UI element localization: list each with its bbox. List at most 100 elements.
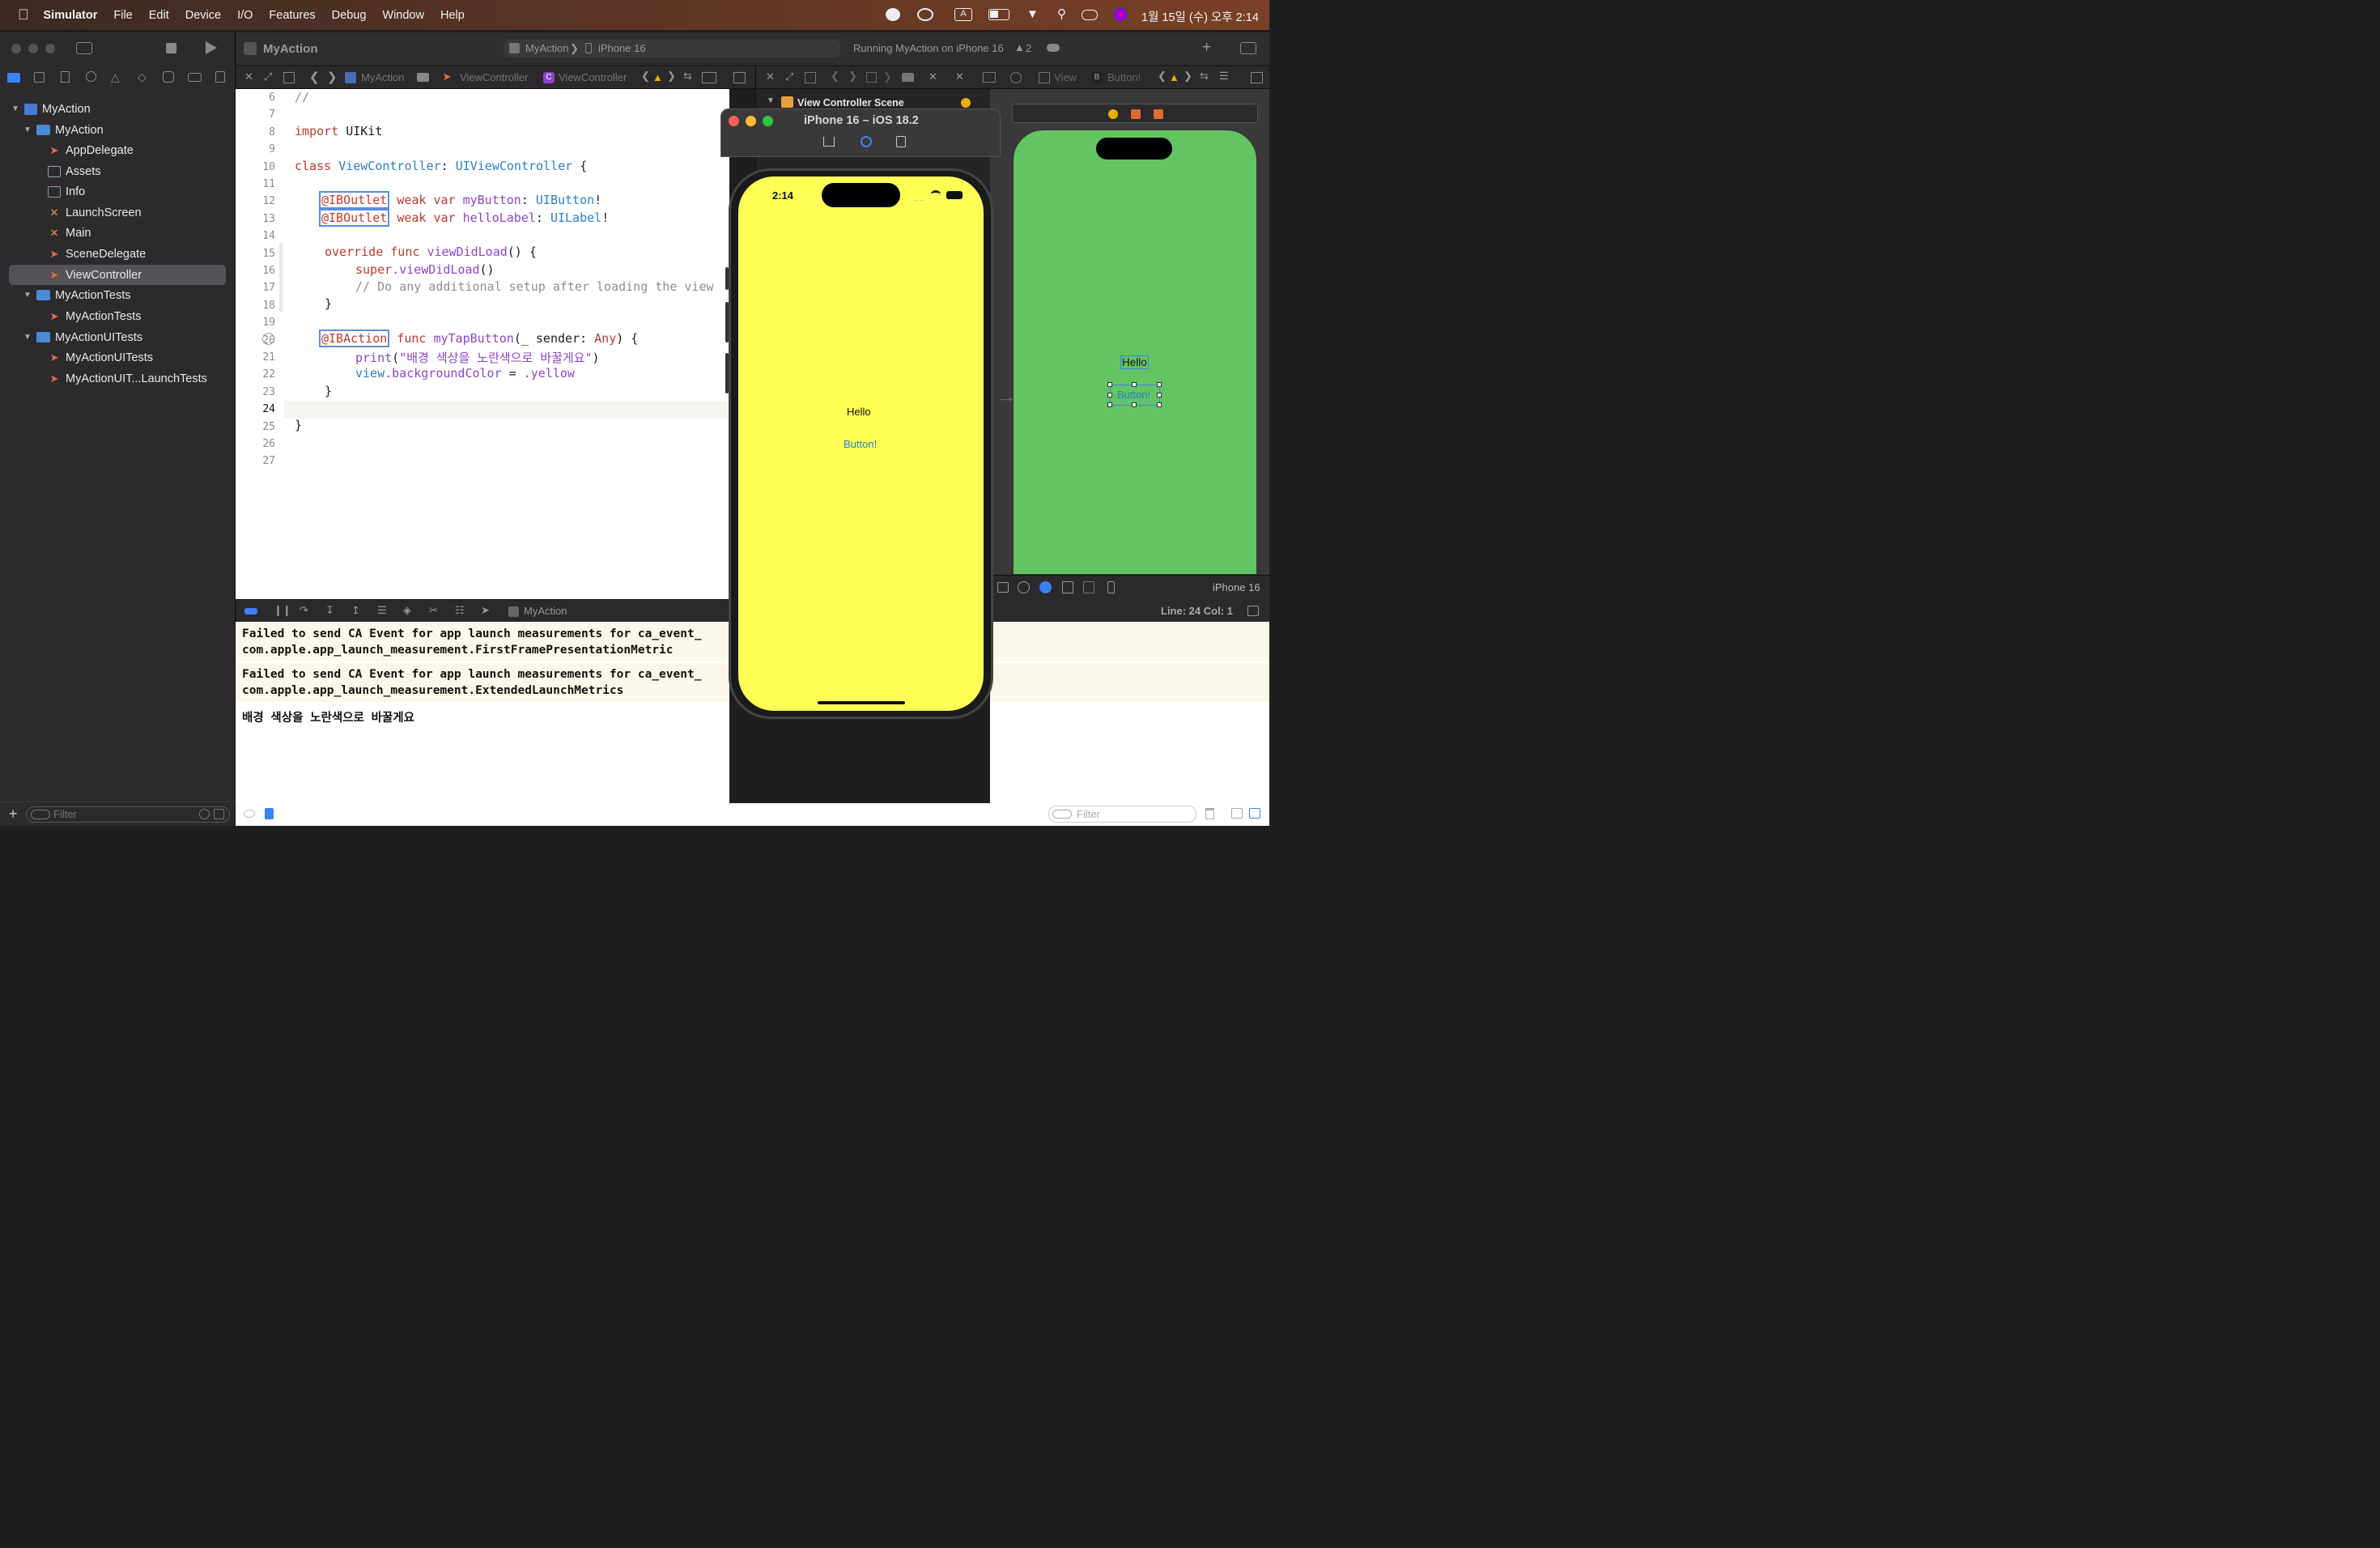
source-control-icon[interactable] xyxy=(34,72,45,83)
minimap-icon[interactable] xyxy=(702,72,716,83)
side-button[interactable] xyxy=(725,267,729,290)
environment-icon[interactable]: ✂ xyxy=(429,604,438,617)
home-icon[interactable] xyxy=(823,137,835,147)
nav-item-folder[interactable]: ▼ MyActionTests xyxy=(0,285,236,305)
refresh-icon[interactable]: ⇆ xyxy=(1200,70,1209,83)
step-into-icon[interactable]: ↧ xyxy=(325,604,334,617)
menu-device[interactable]: Device xyxy=(185,9,221,22)
add-tab-icon[interactable]: + xyxy=(1202,39,1211,57)
input-source-icon[interactable]: A xyxy=(954,8,972,21)
resize-handle[interactable] xyxy=(1157,382,1162,387)
filter-toggle-icon[interactable] xyxy=(265,808,274,819)
trash-icon[interactable] xyxy=(1205,808,1214,819)
add-icon[interactable]: + xyxy=(9,806,18,823)
filter-options-icon[interactable] xyxy=(1052,810,1072,819)
orientation-icon[interactable] xyxy=(1062,581,1073,593)
minimize-button[interactable] xyxy=(28,44,38,53)
related-items-icon[interactable] xyxy=(805,72,816,83)
search-icon[interactable]: ⚲ xyxy=(1057,8,1070,21)
memory-graph-icon[interactable]: ◈ xyxy=(403,604,411,617)
cloud-icon[interactable] xyxy=(1047,44,1060,52)
step-over-icon[interactable]: ↷ xyxy=(300,604,308,617)
nav-item-folder[interactable]: ▼ MyAction xyxy=(0,120,236,140)
issue-next-icon[interactable]: ❯ xyxy=(1184,70,1192,83)
inspector-toggle-icon[interactable] xyxy=(1240,42,1256,54)
jump-class[interactable]: ViewController xyxy=(559,71,627,83)
eye-icon[interactable] xyxy=(244,810,255,818)
warning-icon[interactable]: ▲ xyxy=(1014,41,1025,53)
refresh-icon[interactable]: ⇆ xyxy=(683,70,692,83)
siri-icon[interactable] xyxy=(1114,8,1127,21)
chevron-down-icon[interactable]: ▼ xyxy=(22,290,33,301)
ib-jump-button[interactable]: Button! xyxy=(1107,71,1141,83)
scm-filter-icon[interactable] xyxy=(214,809,224,819)
run-button[interactable] xyxy=(206,41,217,54)
expand-icon[interactable]: ⤢ xyxy=(785,70,793,83)
outline-toggle-icon[interactable] xyxy=(997,582,1009,593)
panel-toggle-icon[interactable] xyxy=(1247,606,1259,616)
canvas-options-icon[interactable]: ☰ xyxy=(1219,70,1229,83)
test-icon[interactable]: ◇ xyxy=(138,70,147,84)
recent-files-icon[interactable] xyxy=(199,809,210,819)
menu-clock[interactable]: 1월 15일 (수) 오후 2:14 xyxy=(1141,8,1259,25)
filter-options-icon[interactable] xyxy=(31,810,50,819)
project-navigator-icon[interactable] xyxy=(7,73,20,83)
warning-icon[interactable]: ▲ xyxy=(652,71,663,83)
simulate-location-icon[interactable]: ☷ xyxy=(455,604,465,617)
ib-device-frame[interactable] xyxy=(1013,130,1257,575)
hide-debug-area-icon[interactable] xyxy=(244,608,257,615)
minimize-button[interactable] xyxy=(746,116,756,126)
close-editor-icon[interactable]: ✕ xyxy=(244,70,253,83)
close-button[interactable] xyxy=(11,44,21,53)
nav-item-file[interactable]: Info xyxy=(0,181,236,202)
chevron-down-icon[interactable]: ▼ xyxy=(22,125,33,136)
accessibility-icon[interactable] xyxy=(1018,581,1030,593)
nav-item-folder[interactable]: ▼ MyActionUITests xyxy=(0,327,236,347)
resize-handle[interactable] xyxy=(1107,382,1112,387)
resize-handle[interactable] xyxy=(1107,393,1112,398)
volume-up-button[interactable] xyxy=(725,302,729,342)
nav-item-project[interactable]: ▼ MyAction xyxy=(0,99,236,119)
ib-jump-view[interactable]: View xyxy=(1054,71,1077,83)
messages-icon[interactable] xyxy=(886,8,900,21)
vc-dock-icon[interactable] xyxy=(1108,109,1118,119)
zoom-button[interactable] xyxy=(45,44,55,53)
split-right-icon[interactable] xyxy=(1249,808,1260,819)
pause-icon[interactable]: ❙❙ xyxy=(274,604,291,617)
forward-icon[interactable]: ❯ xyxy=(848,70,857,83)
device-config-icon[interactable] xyxy=(1107,581,1115,593)
menu-io[interactable]: I/O xyxy=(237,9,253,22)
chevron-down-icon[interactable]: ▼ xyxy=(22,332,33,343)
view-hierarchy-icon[interactable]: ☰ xyxy=(377,604,387,617)
resize-handle[interactable] xyxy=(1107,402,1112,407)
simulator-window-titlebar[interactable]: iPhone 16 – iOS 18.2 xyxy=(720,108,1001,157)
related-items-icon[interactable] xyxy=(283,72,295,83)
split-left-icon[interactable] xyxy=(1231,808,1243,819)
bookmark-icon[interactable] xyxy=(61,71,70,83)
menu-debug[interactable]: Debug xyxy=(332,9,367,22)
exit-icon[interactable] xyxy=(1154,109,1163,119)
destination-name[interactable]: iPhone 16 xyxy=(598,42,646,54)
apple-menu-icon[interactable]:  xyxy=(18,6,29,23)
back-icon[interactable]: ❮ xyxy=(831,70,839,83)
menu-file[interactable]: File xyxy=(113,9,132,22)
chevron-down-icon[interactable]: ▼ xyxy=(767,96,775,105)
sidebar-toggle-icon[interactable] xyxy=(76,42,92,54)
rotate-icon[interactable] xyxy=(896,136,906,147)
find-icon[interactable] xyxy=(86,71,96,82)
menu-help[interactable]: Help xyxy=(440,9,465,22)
menu-features[interactable]: Features xyxy=(269,9,315,22)
first-responder-icon[interactable] xyxy=(1131,109,1141,119)
ib-hello-label[interactable]: Hello xyxy=(1120,355,1149,369)
add-editor-icon[interactable] xyxy=(733,72,746,83)
resize-handle[interactable] xyxy=(1132,382,1137,387)
screenshot-icon[interactable] xyxy=(861,136,872,147)
volume-down-button[interactable] xyxy=(725,353,729,393)
appearance-icon[interactable] xyxy=(1039,581,1052,593)
stop-button[interactable] xyxy=(166,43,176,53)
app-menu[interactable]: Simulator xyxy=(44,9,98,22)
expand-icon[interactable]: ⤢ xyxy=(264,70,272,83)
resize-handle[interactable] xyxy=(1157,402,1162,407)
add-editor-icon[interactable] xyxy=(1251,72,1263,83)
close-button[interactable] xyxy=(729,116,739,126)
